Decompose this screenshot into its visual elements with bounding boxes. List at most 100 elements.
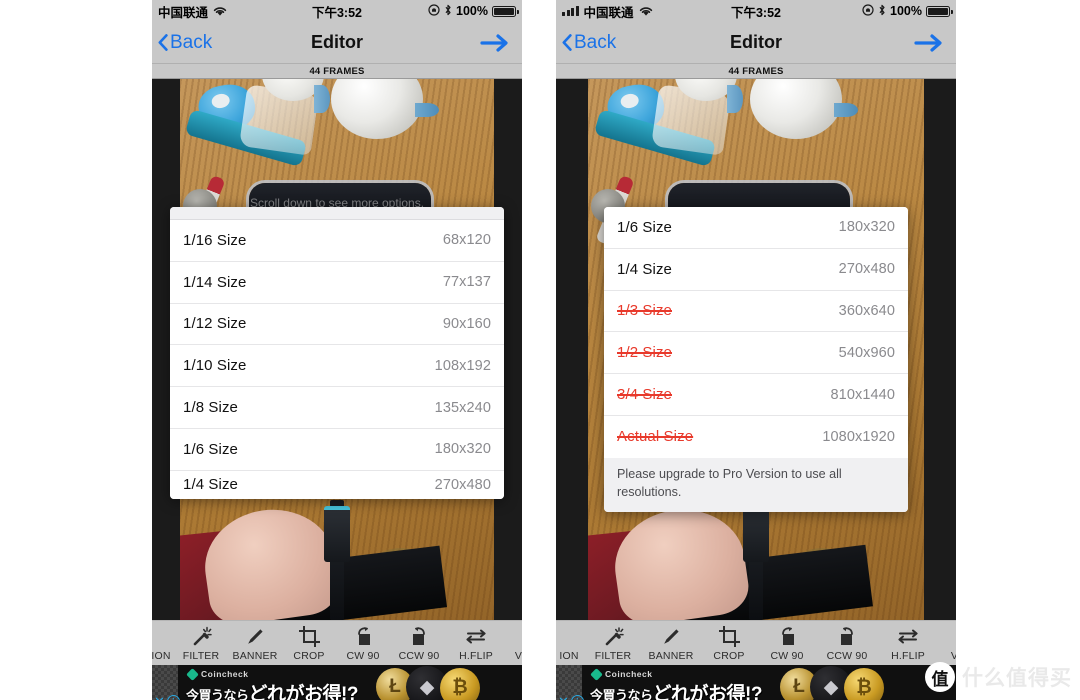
ad-controls[interactable]: ✕ i <box>154 695 180 700</box>
size-label-locked: Actual Size <box>617 428 694 446</box>
pencil-icon <box>661 626 682 647</box>
size-value: 180x320 <box>434 441 491 458</box>
toolbar-label: FILTER <box>594 650 632 662</box>
size-label: 1/4 Size <box>617 260 672 278</box>
ad-controls[interactable]: ✕ i <box>558 695 584 700</box>
size-label: 1/12 Size <box>183 315 247 333</box>
photo-canvas-left[interactable]: Scroll down to see more options. 1/16 Si… <box>152 79 522 620</box>
size-value: 1080x1920 <box>822 428 895 445</box>
ad-brand-label: Coincheck <box>201 669 249 679</box>
table-row[interactable]: 1/2 Size 540x960 <box>604 332 908 375</box>
size-options-list[interactable]: 1/6 Size 180x320 1/4 Size 270x480 1/3 Si… <box>604 207 908 458</box>
toolbar-label: CCW 90 <box>826 650 868 662</box>
size-label: 1/6 Size <box>617 218 672 236</box>
table-row[interactable]: 1/12 Size 90x160 <box>170 303 504 346</box>
toolbar-item-vflip[interactable]: V.FLIP <box>938 621 956 662</box>
table-row[interactable]: 1/16 Size 68x120 <box>170 220 504 262</box>
size-label: 1/6 Size <box>183 440 238 458</box>
photo-canvas-right[interactable]: 1/6 Size 180x320 1/4 Size 270x480 1/3 Si… <box>556 79 956 620</box>
rotate-ccw-icon <box>837 626 858 647</box>
ad-headline-small: 今買うなら <box>590 688 653 700</box>
forward-arrow-button[interactable] <box>914 32 944 54</box>
rotation-lock-icon <box>428 3 440 19</box>
table-row[interactable]: 1/8 Size 135x240 <box>170 387 504 429</box>
toolbar-item-crop[interactable]: CROP <box>282 621 336 662</box>
toolbar-label: V.FLIP <box>514 650 522 662</box>
ad-headline: 今買うならどれがお得!? <box>590 679 762 700</box>
table-row[interactable]: 1/3 Size 360x640 <box>604 290 908 333</box>
size-label: 1/8 Size <box>183 399 238 417</box>
editor-toolbar-left[interactable]: ION FILTER BANNER CROP CW 90 CCW 90 H.FL… <box>152 620 522 665</box>
toolbar-item-filter[interactable]: FILTER <box>174 621 228 662</box>
info-icon[interactable]: i <box>570 695 584 700</box>
battery-icon <box>492 5 519 17</box>
horizontal-flip-icon <box>465 626 487 647</box>
rotation-lock-icon <box>862 3 874 19</box>
toolbar-item-cw90[interactable]: CW 90 <box>336 621 390 662</box>
forward-arrow-button[interactable] <box>480 32 510 54</box>
ad-brand-label: Coincheck <box>605 669 653 679</box>
toolbar-label: CW 90 <box>346 650 380 662</box>
toolbar-item-vflip[interactable]: V.FLIP <box>504 621 522 662</box>
nav-bar-left: Back Editor <box>152 22 522 64</box>
toolbar-label: CROP <box>293 650 325 662</box>
size-label: 1/10 Size <box>183 357 247 375</box>
table-row[interactable]: Actual Size 1080x1920 <box>604 415 908 458</box>
ad-headline-big: どれがお得!? <box>248 684 359 700</box>
table-row[interactable]: 1/6 Size 180x320 <box>170 428 504 471</box>
toolbar-label: ION <box>152 650 171 662</box>
close-icon[interactable]: ✕ <box>154 695 165 700</box>
size-options-sheet-left[interactable]: 1/16 Size 68x120 1/14 Size 77x137 1/12 S… <box>170 207 504 499</box>
table-row[interactable]: 1/4 Size 270x480 <box>170 470 504 499</box>
rotate-cw-icon <box>777 626 798 647</box>
toolbar-item-cw90[interactable]: CW 90 <box>758 621 816 662</box>
watermark: 值 什么值得买 <box>925 662 1072 692</box>
toolbar-item-filter[interactable]: FILTER <box>584 621 642 662</box>
ad-content[interactable]: Coincheck 今買うならどれがお得!? Ł ◆ ₿ <box>582 665 956 700</box>
battery-percent: 100% <box>890 4 922 18</box>
size-options-list[interactable]: 1/16 Size 68x120 1/14 Size 77x137 1/12 S… <box>170 220 504 499</box>
toolbar-item-hflip[interactable]: H.FLIP <box>448 621 504 662</box>
ad-banner-right[interactable]: Coincheck 今買うならどれがお得!? Ł ◆ ₿ ✕ i <box>556 665 956 700</box>
size-value: 108x192 <box>434 357 491 374</box>
toolbar-item-partial[interactable]: ION <box>556 621 584 662</box>
bluetooth-icon <box>444 4 452 19</box>
size-value: 68x120 <box>442 232 491 249</box>
toolbar-item-banner[interactable]: BANNER <box>228 621 282 662</box>
upgrade-note: Please upgrade to Pro Version to use all… <box>604 457 908 512</box>
ad-banner-left[interactable]: Coincheck 今買うならどれがお得!? Ł ◆ ₿ ✕ i <box>152 665 522 700</box>
size-value: 810x1440 <box>830 386 895 403</box>
toolbar-item-crop[interactable]: CROP <box>700 621 758 662</box>
toolbar-label: CROP <box>713 650 745 662</box>
watermark-text: 什么值得买 <box>962 667 1072 690</box>
size-label-locked: 1/3 Size <box>617 302 672 320</box>
size-label: 1/16 Size <box>183 231 247 249</box>
toolbar-item-hflip[interactable]: H.FLIP <box>878 621 938 662</box>
table-row[interactable]: 1/10 Size 108x192 <box>170 345 504 388</box>
close-icon[interactable]: ✕ <box>558 695 569 700</box>
ad-headline-small: 今買うなら <box>186 688 249 700</box>
ad-headline: 今買うならどれがお得!? <box>186 679 358 700</box>
table-row[interactable]: 1/4 Size 270x480 <box>604 248 908 291</box>
battery-icon <box>926 5 953 17</box>
size-options-sheet-right[interactable]: 1/6 Size 180x320 1/4 Size 270x480 1/3 Si… <box>604 207 908 512</box>
toolbar-item-ccw90[interactable]: CCW 90 <box>816 621 878 662</box>
table-row[interactable]: 1/14 Size 77x137 <box>170 261 504 304</box>
vertical-flip-icon <box>521 626 523 647</box>
status-bar-right: 中国联通 下午3:52 100% <box>556 0 956 22</box>
table-row[interactable]: 3/4 Size 810x1440 <box>604 374 908 416</box>
watermark-badge: 值 <box>925 662 955 692</box>
editor-toolbar-right[interactable]: ION FILTER BANNER CROP CW 90 CCW 90 H.FL… <box>556 620 956 665</box>
table-row[interactable]: 1/6 Size 180x320 <box>604 207 908 249</box>
toolbar-item-banner[interactable]: BANNER <box>642 621 700 662</box>
pencil-icon <box>245 626 266 647</box>
bluetooth-icon <box>878 4 886 19</box>
info-icon[interactable]: i <box>166 695 180 700</box>
ad-brand: Coincheck <box>590 667 653 681</box>
ad-content[interactable]: Coincheck 今買うならどれがお得!? Ł ◆ ₿ <box>178 665 522 700</box>
status-right-group: 100% <box>862 3 953 19</box>
toolbar-item-partial[interactable]: ION <box>152 621 174 662</box>
nav-bar-right: Back Editor <box>556 22 956 64</box>
horizontal-flip-icon <box>897 626 919 647</box>
toolbar-item-ccw90[interactable]: CCW 90 <box>390 621 448 662</box>
